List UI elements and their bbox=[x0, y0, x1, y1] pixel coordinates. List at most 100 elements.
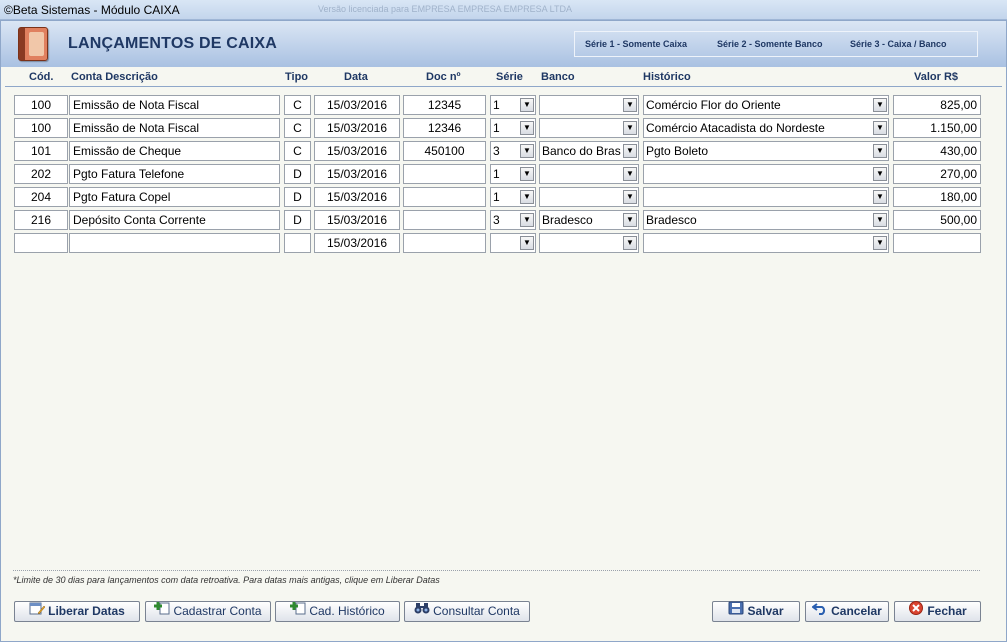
conta-field[interactable]: Emissão de Nota Fiscal bbox=[69, 95, 280, 115]
historico-select[interactable]: ▼ bbox=[643, 164, 889, 184]
cod-field[interactable]: 101 bbox=[14, 141, 68, 161]
liberar-datas-button[interactable]: Liberar Datas bbox=[14, 601, 140, 622]
banco-select[interactable]: ▼ bbox=[539, 118, 639, 138]
cod-field[interactable]: 100 bbox=[14, 118, 68, 138]
valor-field[interactable]: 180,00 bbox=[893, 187, 981, 207]
banco-select[interactable]: ▼ bbox=[539, 164, 639, 184]
fechar-label: Fechar bbox=[927, 604, 967, 619]
chevron-down-icon[interactable]: ▼ bbox=[623, 236, 637, 250]
conta-field[interactable]: Emissão de Cheque bbox=[69, 141, 280, 161]
chevron-down-icon[interactable]: ▼ bbox=[520, 190, 534, 204]
cad-historico-label: Cad. Histórico bbox=[309, 604, 385, 619]
valor-field[interactable]: 430,00 bbox=[893, 141, 981, 161]
valor-field[interactable]: 1.150,00 bbox=[893, 118, 981, 138]
historico-select[interactable]: Comércio Flor do Oriente ▼ bbox=[643, 95, 889, 115]
historico-select[interactable]: Bradesco ▼ bbox=[643, 210, 889, 230]
table-row: 202 Pgto Fatura Telefone D 15/03/2016 1 ▼ ▼ ▼ 27… bbox=[1, 164, 1006, 184]
doc-field[interactable] bbox=[403, 233, 486, 253]
valor-field[interactable] bbox=[893, 233, 981, 253]
chevron-down-icon[interactable]: ▼ bbox=[873, 236, 887, 250]
cancelar-button[interactable]: Cancelar bbox=[805, 601, 889, 622]
chevron-down-icon[interactable]: ▼ bbox=[873, 190, 887, 204]
tipo-field[interactable]: D bbox=[284, 164, 311, 184]
doc-field[interactable]: 450100 bbox=[403, 141, 486, 161]
serie-select[interactable]: 3 ▼ bbox=[490, 210, 536, 230]
chevron-down-icon[interactable]: ▼ bbox=[520, 236, 534, 250]
cad-historico-button[interactable]: Cad. Histórico bbox=[275, 601, 400, 622]
historico-select[interactable]: Pgto Boleto ▼ bbox=[643, 141, 889, 161]
historico-select[interactable]: ▼ bbox=[643, 187, 889, 207]
chevron-down-icon[interactable]: ▼ bbox=[520, 98, 534, 112]
chevron-down-icon[interactable]: ▼ bbox=[873, 121, 887, 135]
chevron-down-icon[interactable]: ▼ bbox=[623, 190, 637, 204]
serie-select[interactable]: ▼ bbox=[490, 233, 536, 253]
tipo-field[interactable]: C bbox=[284, 141, 311, 161]
conta-field[interactable] bbox=[69, 233, 280, 253]
cod-field[interactable] bbox=[14, 233, 68, 253]
doc-field[interactable]: 12346 bbox=[403, 118, 486, 138]
conta-field[interactable]: Pgto Fatura Telefone bbox=[69, 164, 280, 184]
historico-select[interactable]: ▼ bbox=[643, 233, 889, 253]
salvar-button[interactable]: Salvar bbox=[712, 601, 800, 622]
cod-field[interactable]: 216 bbox=[14, 210, 68, 230]
serie-select[interactable]: 3 ▼ bbox=[490, 141, 536, 161]
tipo-field[interactable] bbox=[284, 233, 311, 253]
chevron-down-icon[interactable]: ▼ bbox=[873, 98, 887, 112]
chevron-down-icon[interactable]: ▼ bbox=[520, 167, 534, 181]
tipo-field[interactable]: D bbox=[284, 210, 311, 230]
tipo-field[interactable]: C bbox=[284, 95, 311, 115]
banco-select[interactable]: ▼ bbox=[539, 233, 639, 253]
note-divider bbox=[13, 570, 980, 571]
chevron-down-icon[interactable]: ▼ bbox=[623, 213, 637, 227]
col-header-valor: Valor R$ bbox=[914, 71, 959, 83]
doc-field[interactable] bbox=[403, 210, 486, 230]
valor-field[interactable]: 500,00 bbox=[893, 210, 981, 230]
historico-select[interactable]: Comércio Atacadista do Nordeste ▼ bbox=[643, 118, 889, 138]
data-field[interactable]: 15/03/2016 bbox=[314, 164, 400, 184]
data-field[interactable]: 15/03/2016 bbox=[314, 95, 400, 115]
valor-field[interactable]: 270,00 bbox=[893, 164, 981, 184]
banco-select[interactable]: ▼ bbox=[539, 95, 639, 115]
data-field[interactable]: 15/03/2016 bbox=[314, 233, 400, 253]
doc-field[interactable] bbox=[403, 187, 486, 207]
license-caption: Versão licenciada para EMPRESA EMPRESA E… bbox=[318, 4, 572, 14]
serie-select[interactable]: 1 ▼ bbox=[490, 95, 536, 115]
cod-field[interactable]: 100 bbox=[14, 95, 68, 115]
serie-select[interactable]: 1 ▼ bbox=[490, 187, 536, 207]
conta-field[interactable]: Depósito Conta Corrente bbox=[69, 210, 280, 230]
chevron-down-icon[interactable]: ▼ bbox=[873, 144, 887, 158]
tipo-field[interactable]: C bbox=[284, 118, 311, 138]
chevron-down-icon[interactable]: ▼ bbox=[623, 121, 637, 135]
cadastrar-conta-button[interactable]: Cadastrar Conta bbox=[145, 601, 271, 622]
chevron-down-icon[interactable]: ▼ bbox=[873, 213, 887, 227]
conta-field[interactable]: Emissão de Nota Fiscal bbox=[69, 118, 280, 138]
banco-select-value: Bradesco bbox=[542, 213, 593, 227]
serie-select[interactable]: 1 ▼ bbox=[490, 164, 536, 184]
tipo-field[interactable]: D bbox=[284, 187, 311, 207]
banco-select[interactable]: Bradesco ▼ bbox=[539, 210, 639, 230]
cod-field[interactable]: 202 bbox=[14, 164, 68, 184]
fechar-button[interactable]: Fechar bbox=[894, 601, 981, 622]
banco-select[interactable]: ▼ bbox=[539, 187, 639, 207]
chevron-down-icon[interactable]: ▼ bbox=[623, 167, 637, 181]
window-title: ©Beta Sistemas - Módulo CAIXA bbox=[4, 3, 180, 17]
conta-field[interactable]: Pgto Fatura Copel bbox=[69, 187, 280, 207]
data-field[interactable]: 15/03/2016 bbox=[314, 118, 400, 138]
doc-field[interactable] bbox=[403, 164, 486, 184]
chevron-down-icon[interactable]: ▼ bbox=[623, 144, 637, 158]
col-header-data: Data bbox=[344, 71, 368, 83]
consultar-conta-button[interactable]: Consultar Conta bbox=[404, 601, 530, 622]
cod-field[interactable]: 204 bbox=[14, 187, 68, 207]
chevron-down-icon[interactable]: ▼ bbox=[520, 121, 534, 135]
data-field[interactable]: 15/03/2016 bbox=[314, 210, 400, 230]
banco-select[interactable]: Banco do Bras ▼ bbox=[539, 141, 639, 161]
data-field[interactable]: 15/03/2016 bbox=[314, 141, 400, 161]
data-field[interactable]: 15/03/2016 bbox=[314, 187, 400, 207]
chevron-down-icon[interactable]: ▼ bbox=[873, 167, 887, 181]
serie-select[interactable]: 1 ▼ bbox=[490, 118, 536, 138]
chevron-down-icon[interactable]: ▼ bbox=[623, 98, 637, 112]
valor-field[interactable]: 825,00 bbox=[893, 95, 981, 115]
chevron-down-icon[interactable]: ▼ bbox=[520, 213, 534, 227]
doc-field[interactable]: 12345 bbox=[403, 95, 486, 115]
chevron-down-icon[interactable]: ▼ bbox=[520, 144, 534, 158]
